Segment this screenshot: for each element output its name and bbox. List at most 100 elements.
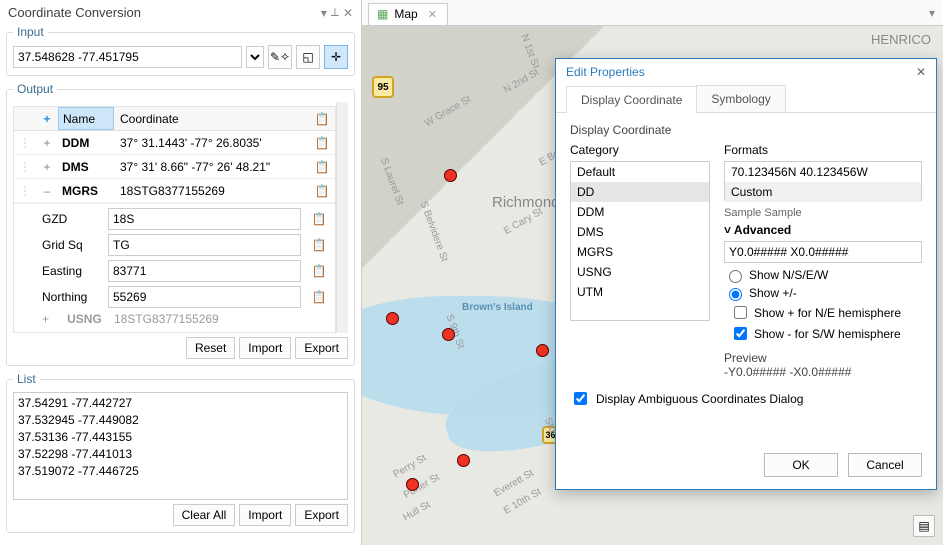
category-item-default[interactable]: Default	[571, 162, 709, 182]
ok-button[interactable]: OK	[764, 453, 838, 477]
format-name: DMS	[58, 160, 114, 174]
category-item-mgrs[interactable]: MGRS	[571, 242, 709, 262]
sample-label: Sample Sample	[724, 207, 922, 219]
list-export-button[interactable]: Export	[295, 504, 348, 526]
category-item-dms[interactable]: DMS	[571, 222, 709, 242]
map-point-button[interactable]: ✛	[324, 45, 348, 69]
opt-minus-sw-checkbox[interactable]	[734, 327, 747, 340]
coordinate-conversion-panel: Coordinate Conversion ▾ ⟂ ✕ Input ✎✧ ◱ ✛…	[0, 0, 362, 545]
copy-all-button[interactable]: 📋	[315, 112, 330, 126]
tab-symbology[interactable]: Symbology	[696, 85, 785, 112]
formats-label: Formats	[724, 143, 922, 157]
ambiguous-coords-label: Display Ambiguous Coordinates Dialog	[596, 392, 803, 406]
clear-all-button[interactable]: Clear All	[173, 504, 236, 526]
cancel-button[interactable]: Cancel	[848, 453, 922, 477]
list-item[interactable]: 37.53136 -77.443155	[18, 429, 343, 446]
ambiguous-coords-checkbox[interactable]	[574, 392, 587, 405]
opt-plus-ne-label: Show + for N/E hemisphere	[754, 306, 901, 320]
preview-value: -Y0.0##### -X0.0#####	[724, 365, 922, 379]
input-coordinate-field[interactable]	[13, 46, 242, 68]
format-name: DDM	[58, 136, 114, 150]
list-item[interactable]: 37.52298 -77.441013	[18, 446, 343, 463]
gzd-field[interactable]	[108, 208, 301, 230]
drag-handle-icon[interactable]: ⋮	[14, 184, 36, 198]
overflow-row-coord: 18STG8377155269	[114, 312, 219, 326]
northing-field[interactable]	[108, 286, 301, 308]
map-tab[interactable]: ▦ Map ✕	[368, 3, 448, 25]
map-point[interactable]	[536, 344, 549, 357]
close-icon[interactable]: ✕	[343, 6, 353, 20]
map-point[interactable]	[457, 454, 470, 467]
formats-list[interactable]: 70.123456N 40.123456W Custom	[724, 161, 922, 201]
output-legend: Output	[13, 82, 57, 96]
road-label: Perry St	[392, 453, 429, 481]
copy-button[interactable]: 📋	[312, 264, 327, 278]
copy-button[interactable]: 📋	[312, 238, 327, 252]
neighborhood-label: HENRICO	[871, 32, 931, 47]
map-point[interactable]	[406, 478, 419, 491]
dropdown-arrow-icon[interactable]: ▾	[321, 6, 327, 20]
panel-title: Coordinate Conversion	[8, 5, 141, 20]
reset-button[interactable]: Reset	[186, 337, 235, 359]
drag-handle-icon[interactable]: ⋮	[14, 160, 36, 174]
opt-nsew-radio[interactable]	[729, 270, 742, 283]
pin-icon[interactable]: ⟂	[331, 5, 339, 20]
map-icon: ▦	[377, 7, 388, 21]
crosshair-icon: ✛	[331, 50, 341, 64]
category-item-usng[interactable]: USNG	[571, 262, 709, 282]
easting-field[interactable]	[108, 260, 301, 282]
copy-button[interactable]: 📋	[315, 160, 330, 174]
input-format-dropdown[interactable]	[246, 46, 264, 68]
format-item-custom[interactable]: Custom	[725, 182, 921, 202]
coordinate-list[interactable]: 37.54291 -77.442727 37.532945 -77.449082…	[13, 392, 348, 500]
map-point[interactable]	[386, 312, 399, 325]
list-import-button[interactable]: Import	[239, 504, 291, 526]
opt-plus-ne-checkbox[interactable]	[734, 306, 747, 319]
list-item[interactable]: 37.54291 -77.442727	[18, 395, 343, 412]
island-label: Brown's Island	[462, 302, 533, 313]
overflow-row-name: USNG	[67, 312, 102, 326]
close-tab-icon[interactable]: ✕	[428, 8, 437, 21]
expand-button[interactable]: +	[36, 160, 58, 174]
category-item-ddm[interactable]: DDM	[571, 202, 709, 222]
copy-button[interactable]: 📋	[315, 136, 330, 150]
category-item-dd[interactable]: DD	[571, 182, 709, 202]
modal-close-icon[interactable]: ✕	[916, 65, 926, 79]
opt-plusminus-radio[interactable]	[729, 288, 742, 301]
copy-button[interactable]: 📋	[312, 290, 327, 304]
drag-handle-icon[interactable]: ⋮	[14, 136, 36, 150]
format-pattern-field[interactable]	[724, 241, 922, 263]
category-item-utm[interactable]: UTM	[571, 282, 709, 302]
zoom-button[interactable]: ◱	[296, 45, 320, 69]
road-label: N 1st St	[519, 33, 542, 70]
map-point[interactable]	[444, 169, 457, 182]
copy-button[interactable]: 📋	[312, 212, 327, 226]
col-header-name[interactable]: Name	[58, 107, 114, 130]
attribute-table-button[interactable]: ▤	[913, 515, 935, 537]
edit-properties-button[interactable]: ✎✧	[268, 45, 292, 69]
output-import-button[interactable]: Import	[239, 337, 291, 359]
add-format-button[interactable]: +	[43, 112, 50, 126]
tab-display-coordinate[interactable]: Display Coordinate	[566, 86, 697, 113]
copy-button[interactable]: 📋	[315, 184, 330, 198]
output-scrollbar[interactable]	[336, 102, 348, 333]
map-dropdown-icon[interactable]: ▾	[929, 6, 935, 20]
category-label: Category	[570, 143, 710, 157]
mgrs-detail-panel: GZD 📋 Grid Sq 📋 Easting 📋	[14, 203, 335, 316]
category-list[interactable]: Default DD DDM DMS MGRS USNG UTM	[570, 161, 710, 321]
road-label: W Grace St	[423, 94, 473, 129]
map-point[interactable]	[442, 328, 455, 341]
col-header-coordinate[interactable]: Coordinate	[114, 112, 309, 126]
list-item[interactable]: 37.532945 -77.449082	[18, 412, 343, 429]
tools-icon: ✎✧	[270, 50, 290, 64]
format-item[interactable]: 70.123456N 40.123456W	[725, 162, 921, 182]
expand-button[interactable]: +	[36, 136, 58, 150]
advanced-toggle[interactable]: ˅ Advanced	[724, 223, 922, 237]
list-item[interactable]: 37.519072 -77.446725	[18, 463, 343, 480]
input-legend: Input	[13, 25, 48, 39]
collapse-button[interactable]: –	[36, 184, 58, 198]
gridsq-field[interactable]	[108, 234, 301, 256]
output-row-mgrs: ⋮ – MGRS 18STG8377155269 📋	[14, 179, 335, 203]
output-export-button[interactable]: Export	[295, 337, 348, 359]
output-group: Output + Name Coordinate 📋 ⋮ + DDM 37° 3…	[6, 82, 355, 366]
